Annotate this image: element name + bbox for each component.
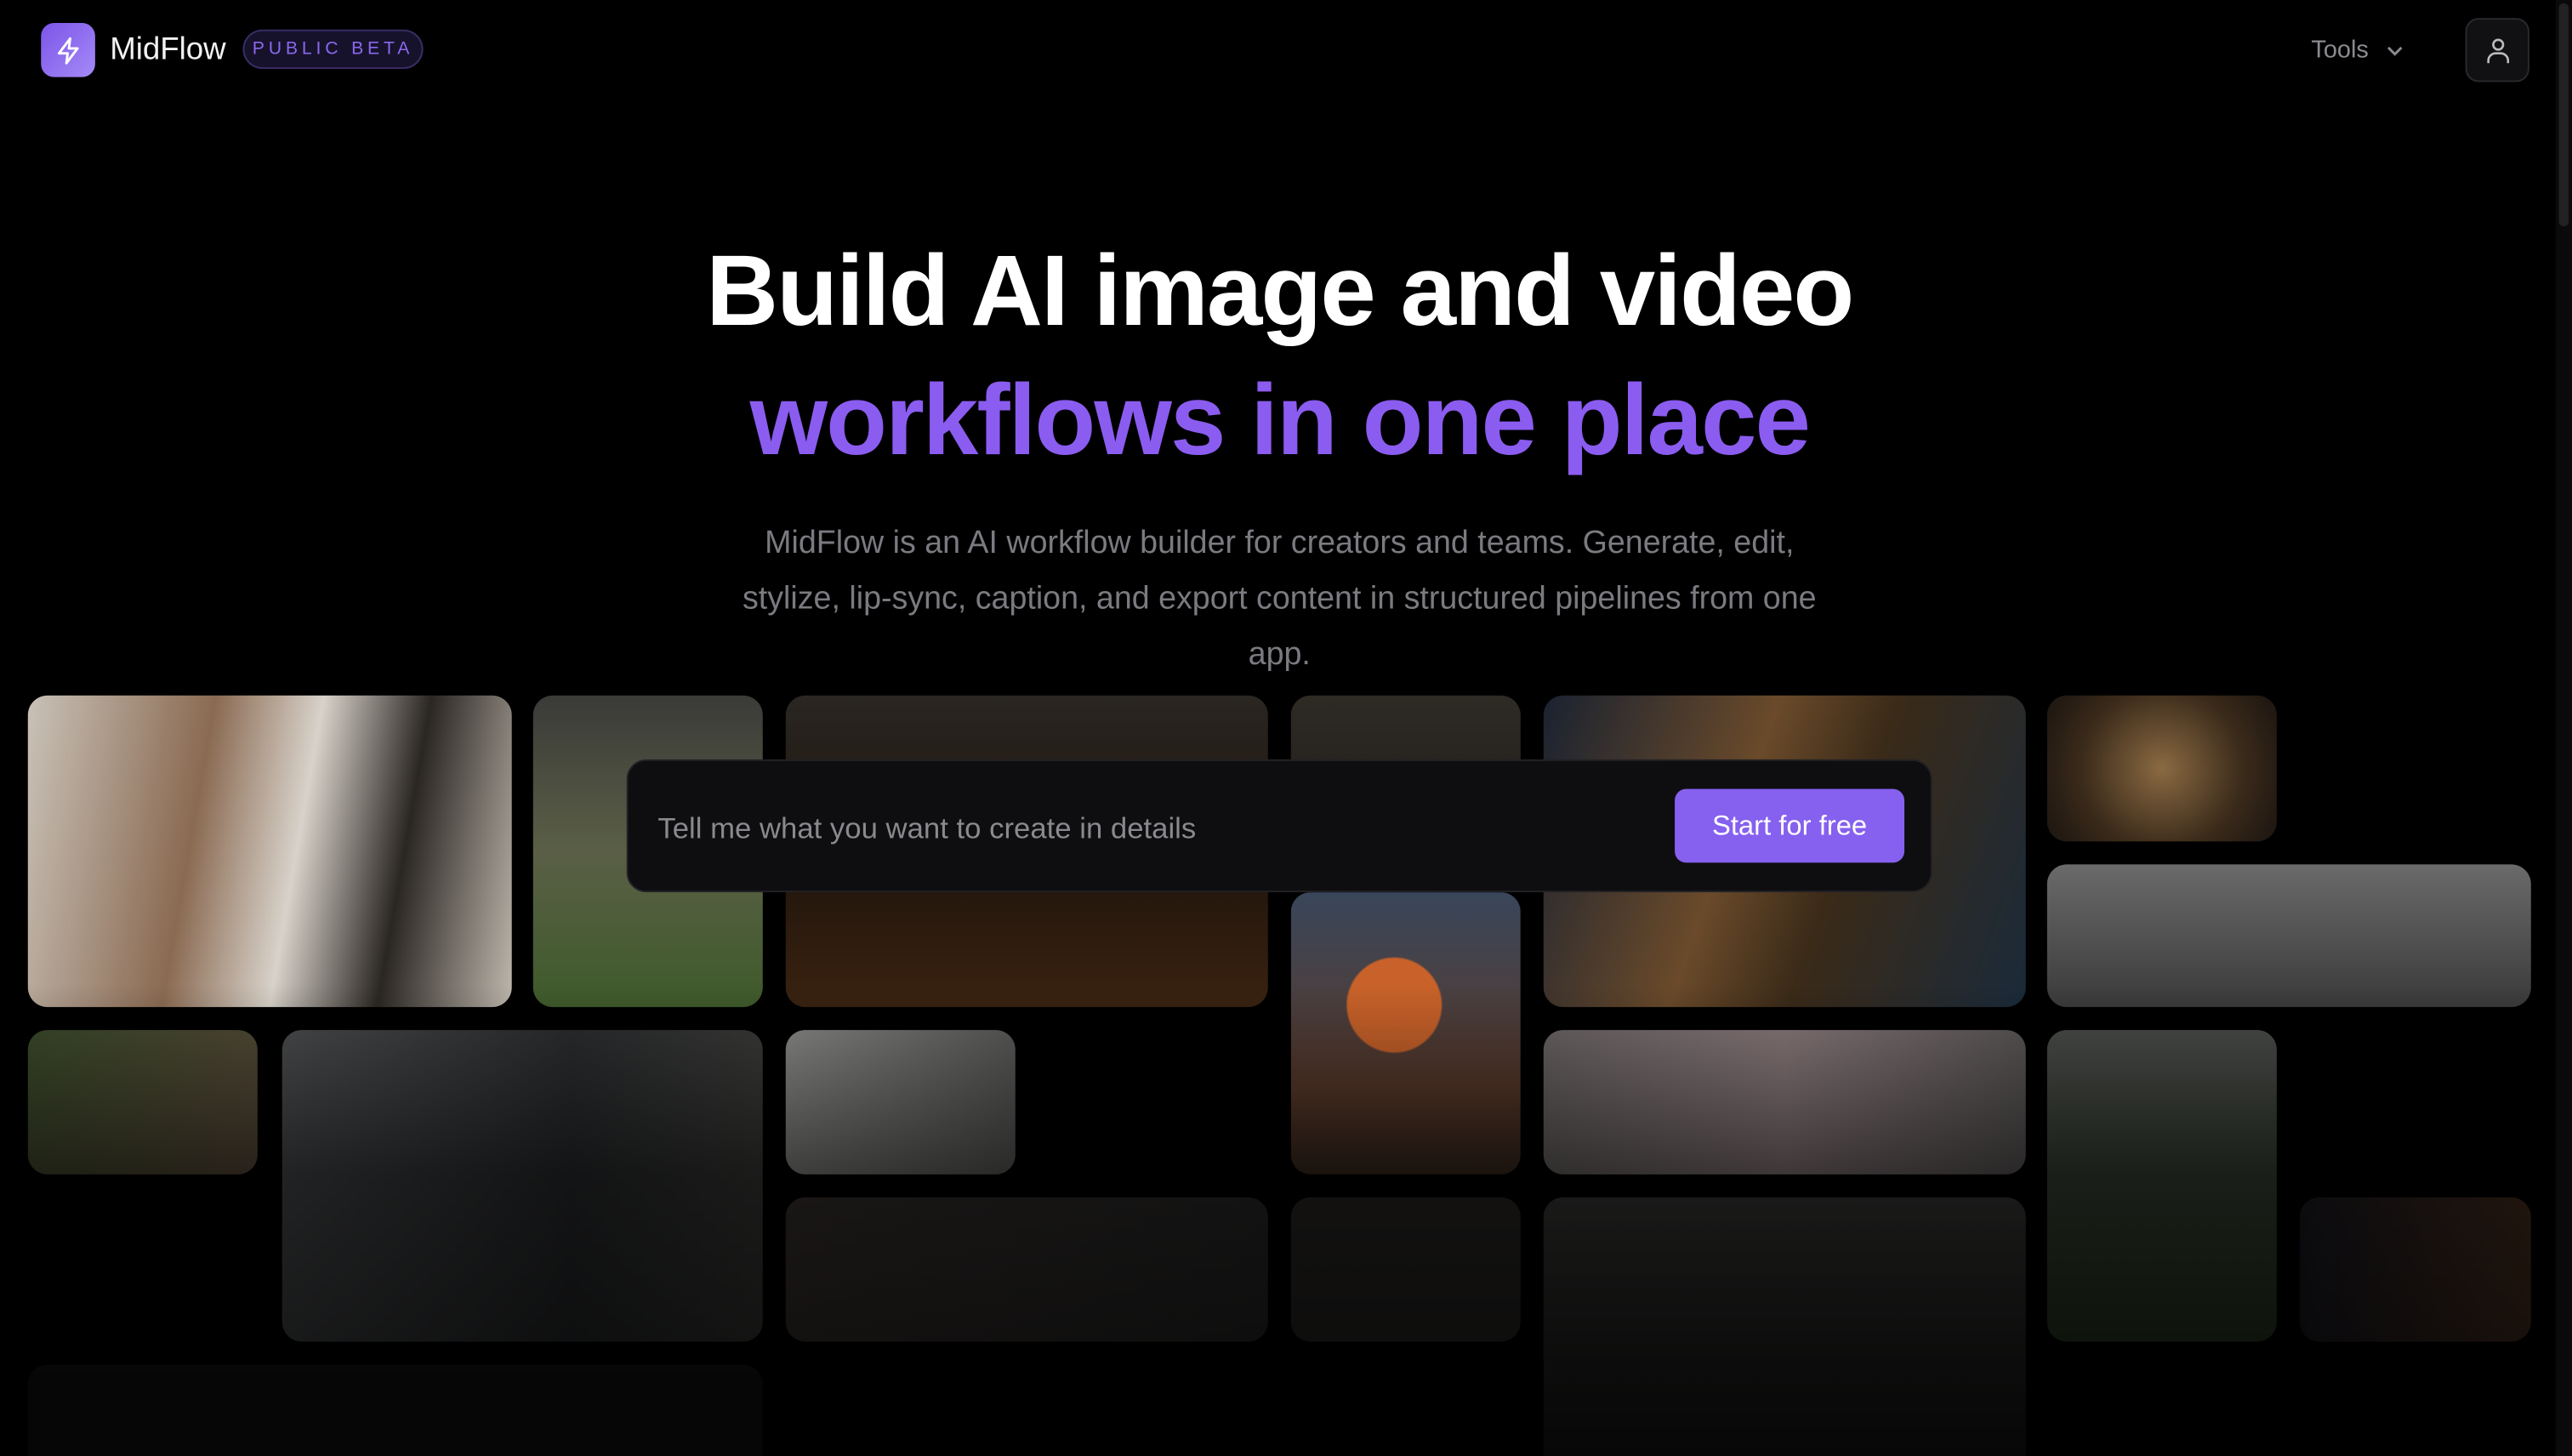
hero-title-line2: workflows in one place — [750, 364, 1809, 475]
scrollbar-thumb[interactable] — [2559, 3, 2569, 226]
prompt-input[interactable] — [654, 793, 1645, 862]
tools-menu[interactable]: Tools — [2311, 36, 2404, 64]
scrollbar[interactable] — [2556, 0, 2572, 1456]
public-beta-badge: PUBLIC BETA — [242, 30, 423, 69]
start-for-free-button[interactable]: Start for free — [1675, 789, 1904, 863]
user-icon — [2483, 35, 2512, 65]
account-button[interactable] — [2466, 18, 2529, 82]
hero-title-line1: Build AI image and video — [706, 235, 1852, 346]
bolt-icon — [54, 35, 83, 65]
brand-name: MidFlow — [110, 33, 225, 69]
gallery-fade-overlay — [0, 984, 2572, 1456]
gallery-tile[interactable] — [2047, 696, 2277, 842]
chevron-down-icon — [2385, 40, 2404, 60]
hero-title: Build AI image and video workflows in one… — [0, 226, 2559, 486]
gallery-tile[interactable] — [28, 696, 512, 1007]
page: MidFlow PUBLIC BETA Tools Build AI image… — [0, 0, 2572, 1456]
prompt-box: Start for free — [627, 759, 1932, 892]
logo[interactable] — [41, 23, 95, 77]
hero-subtitle: MidFlow is an AI workflow builder for cr… — [722, 515, 1837, 683]
tools-label: Tools — [2311, 36, 2369, 64]
